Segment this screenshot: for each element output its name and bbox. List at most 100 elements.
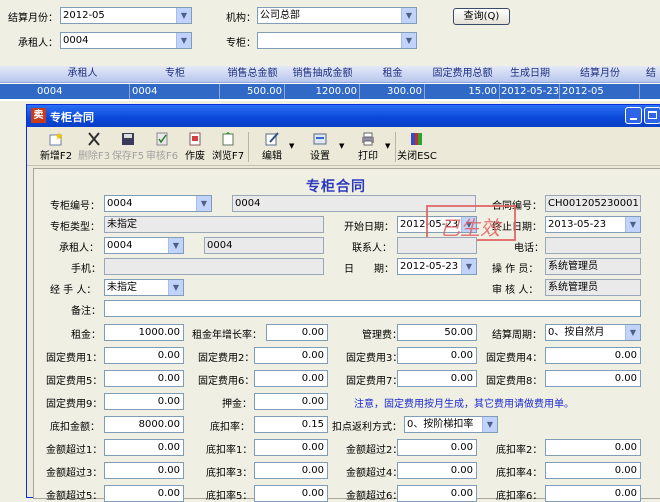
save-button[interactable]: 保存F5 [111, 130, 145, 164]
remark-input[interactable] [104, 300, 641, 317]
col-sales-commission[interactable]: 销售抽成金额 [285, 66, 360, 81]
chevron-down-icon[interactable]: ▼ [401, 33, 416, 48]
fixed-3-input[interactable]: 0.00 [397, 347, 477, 364]
deposit-input[interactable]: 0.00 [254, 393, 328, 410]
new-label: 新增F2 [39, 151, 73, 162]
fixed-6-input[interactable]: 0.00 [254, 370, 328, 387]
tier-3-amount-input[interactable]: 0.00 [104, 462, 184, 479]
phone-label: 电话： [514, 243, 544, 254]
col-counter[interactable]: 专柜 [130, 66, 220, 81]
phone-field [545, 237, 641, 254]
void-icon [189, 132, 201, 146]
browse-button[interactable]: 浏览F7 [211, 130, 245, 164]
chevron-down-icon[interactable]: ▼ [482, 417, 497, 432]
audit-button[interactable]: 审核F6 [145, 130, 179, 164]
end-date-picker[interactable]: 2013-05-23 ▼ [545, 216, 641, 233]
tier-2-rate-input[interactable]: 0.00 [545, 439, 641, 456]
contract-no-field: CH001205230001 [545, 195, 641, 212]
mobile-label: 手机： [71, 264, 101, 275]
col-tenant[interactable]: 承租人 [35, 66, 130, 81]
row-sales-total: 500.00 [220, 84, 285, 99]
settings-button[interactable]: 设置 [303, 130, 337, 164]
fixed-2-label: 固定费用2： [198, 353, 255, 364]
fixed-8-input[interactable]: 0.00 [545, 370, 641, 387]
tenant-form-select[interactable]: 0004 ▼ [104, 237, 184, 254]
chevron-down-icon[interactable]: ▼ [461, 259, 476, 274]
window-title: 专柜合同 [50, 111, 94, 124]
tier-4-amount-input[interactable]: 0.00 [397, 462, 477, 479]
chevron-down-icon[interactable]: ▼ [196, 196, 211, 211]
chevron-down-icon[interactable]: ▼ [168, 280, 183, 295]
tier-6-amount-input[interactable]: 0.00 [397, 485, 477, 502]
edit-menu-arrow-icon[interactable]: ▼ [289, 142, 294, 150]
counter-select[interactable]: ▼ [257, 32, 417, 49]
chevron-down-icon[interactable]: ▼ [625, 217, 640, 232]
tier-2-amount-input[interactable]: 0.00 [397, 439, 477, 456]
tier-1-amount-input[interactable]: 0.00 [104, 439, 184, 456]
mgmt-input[interactable]: 50.00 [397, 324, 477, 341]
tier-5-amount-input[interactable]: 0.00 [104, 485, 184, 502]
tier-5-rate-input[interactable]: 0.00 [254, 485, 328, 502]
fixed-1-input[interactable]: 0.00 [104, 347, 184, 364]
table-row[interactable]: 0004 0004 500.00 1200.00 300.00 15.00 20… [0, 84, 660, 99]
void-button[interactable]: 作废 [181, 130, 209, 164]
query-button[interactable]: 查询(Q) [453, 8, 510, 25]
tier-6-rate-input[interactable]: 0.00 [545, 485, 641, 502]
handler-select[interactable]: 未指定 ▼ [104, 279, 184, 296]
settings-label: 设置 [310, 151, 330, 162]
col-more[interactable]: 结 [642, 66, 660, 81]
new-button[interactable]: 新增F2 [39, 130, 73, 164]
fixed-9-input[interactable]: 0.00 [104, 393, 184, 410]
toolbar-separator [395, 132, 396, 162]
print-menu-arrow-icon[interactable]: ▼ [385, 142, 390, 150]
delete-button[interactable]: 删除F3 [77, 130, 111, 164]
month-select[interactable]: 2012-05 ▼ [60, 7, 192, 24]
chevron-down-icon[interactable]: ▼ [176, 8, 191, 23]
tenant-filter-label: 承租人： [18, 38, 58, 49]
tier-1-rate-label: 底扣率1： [206, 445, 253, 456]
col-settle-month[interactable]: 结算月份 [560, 66, 640, 81]
tier-5-rate-label: 底扣率5： [206, 491, 253, 502]
rebate-select[interactable]: 0、按阶梯扣率 ▼ [404, 416, 498, 433]
col-rent[interactable]: 租金 [360, 66, 425, 81]
doc-date-picker[interactable]: 2012-05-23 ▼ [397, 258, 477, 275]
cycle-select[interactable]: 0、按自然月 ▼ [545, 324, 641, 341]
fixed-3-label: 固定费用3： [346, 353, 403, 364]
col-fixed-total[interactable]: 固定费用总额 [425, 66, 500, 81]
col-gen-date[interactable]: 生成日期 [500, 66, 560, 81]
fixed-7-input[interactable]: 0.00 [397, 370, 477, 387]
save-label: 保存F5 [111, 151, 145, 162]
minimize-button[interactable] [625, 107, 642, 124]
results-grid: 承租人 专柜 销售总金额 销售抽成金额 租金 固定费用总额 生成日期 结算月份 … [0, 66, 660, 101]
counter-no-select[interactable]: 0004 ▼ [104, 195, 212, 212]
fixed-5-input[interactable]: 0.00 [104, 370, 184, 387]
base-amount-input[interactable]: 8000.00 [104, 416, 184, 433]
print-button[interactable]: 打印 [351, 130, 385, 164]
growth-input[interactable]: 0.00 [266, 324, 328, 341]
tier-3-rate-input[interactable]: 0.00 [254, 462, 328, 479]
settings-menu-arrow-icon[interactable]: ▼ [339, 142, 344, 150]
maximize-button[interactable] [644, 107, 660, 124]
tenant-select[interactable]: 0004 ▼ [60, 32, 192, 49]
rebate-label: 扣点返利方式： [332, 422, 402, 433]
form-panel: 专柜合同 专柜编号： 0004 ▼ 0004 合同编号： CH0012052300… [33, 168, 660, 502]
fixed-2-input[interactable]: 0.00 [254, 347, 328, 364]
tier-1-rate-input[interactable]: 0.00 [254, 439, 328, 456]
date-label: 日 期： [344, 264, 394, 275]
chevron-down-icon[interactable]: ▼ [168, 238, 183, 253]
rent-input[interactable]: 1000.00 [104, 324, 184, 341]
fixed-4-input[interactable]: 0.00 [545, 347, 641, 364]
chevron-down-icon[interactable]: ▼ [625, 325, 640, 340]
start-date-label: 开始日期： [344, 222, 394, 233]
chevron-down-icon[interactable]: ▼ [401, 8, 416, 23]
tier-4-rate-input[interactable]: 0.00 [545, 462, 641, 479]
col-sales-total[interactable]: 销售总金额 [220, 66, 285, 81]
edit-button[interactable]: 编辑 [255, 130, 289, 164]
save-icon [122, 133, 134, 145]
close-button[interactable]: 关闭ESC [397, 130, 437, 164]
org-select[interactable]: 公司总部 ▼ [257, 7, 417, 24]
counter-type-label: 专柜类型： [50, 222, 100, 233]
mobile-field [104, 258, 324, 275]
chevron-down-icon[interactable]: ▼ [176, 33, 191, 48]
base-rate-input[interactable]: 0.15 [254, 416, 328, 433]
